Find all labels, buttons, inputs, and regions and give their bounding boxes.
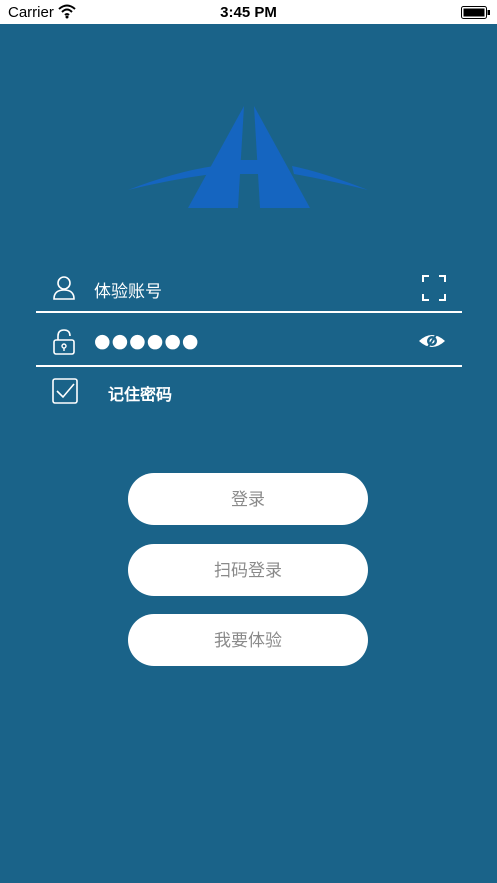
- battery-icon: [461, 6, 491, 24]
- remember-password-label: 记住密码: [108, 385, 173, 404]
- password-field[interactable]: ●●●●●●: [36, 317, 462, 367]
- checkbox-checked-icon[interactable]: [52, 378, 78, 408]
- scan-icon[interactable]: [422, 275, 446, 305]
- account-field[interactable]: 体验账号: [36, 263, 462, 313]
- account-underline: [36, 311, 462, 313]
- account-input[interactable]: 体验账号: [94, 277, 394, 302]
- user-icon: [52, 275, 76, 305]
- status-bar: Carrier 3:45 PM: [0, 0, 497, 24]
- scan-login-button[interactable]: 扫码登录: [128, 544, 368, 596]
- password-underline: [36, 365, 462, 367]
- password-input[interactable]: ●●●●●●: [94, 330, 394, 352]
- status-time: 3:45 PM: [220, 4, 277, 21]
- lock-icon: [52, 329, 76, 359]
- eye-icon[interactable]: [418, 329, 446, 357]
- login-button[interactable]: 登录: [128, 473, 368, 525]
- trial-button[interactable]: 我要体验: [128, 614, 368, 666]
- road-logo-icon: [124, 100, 372, 216]
